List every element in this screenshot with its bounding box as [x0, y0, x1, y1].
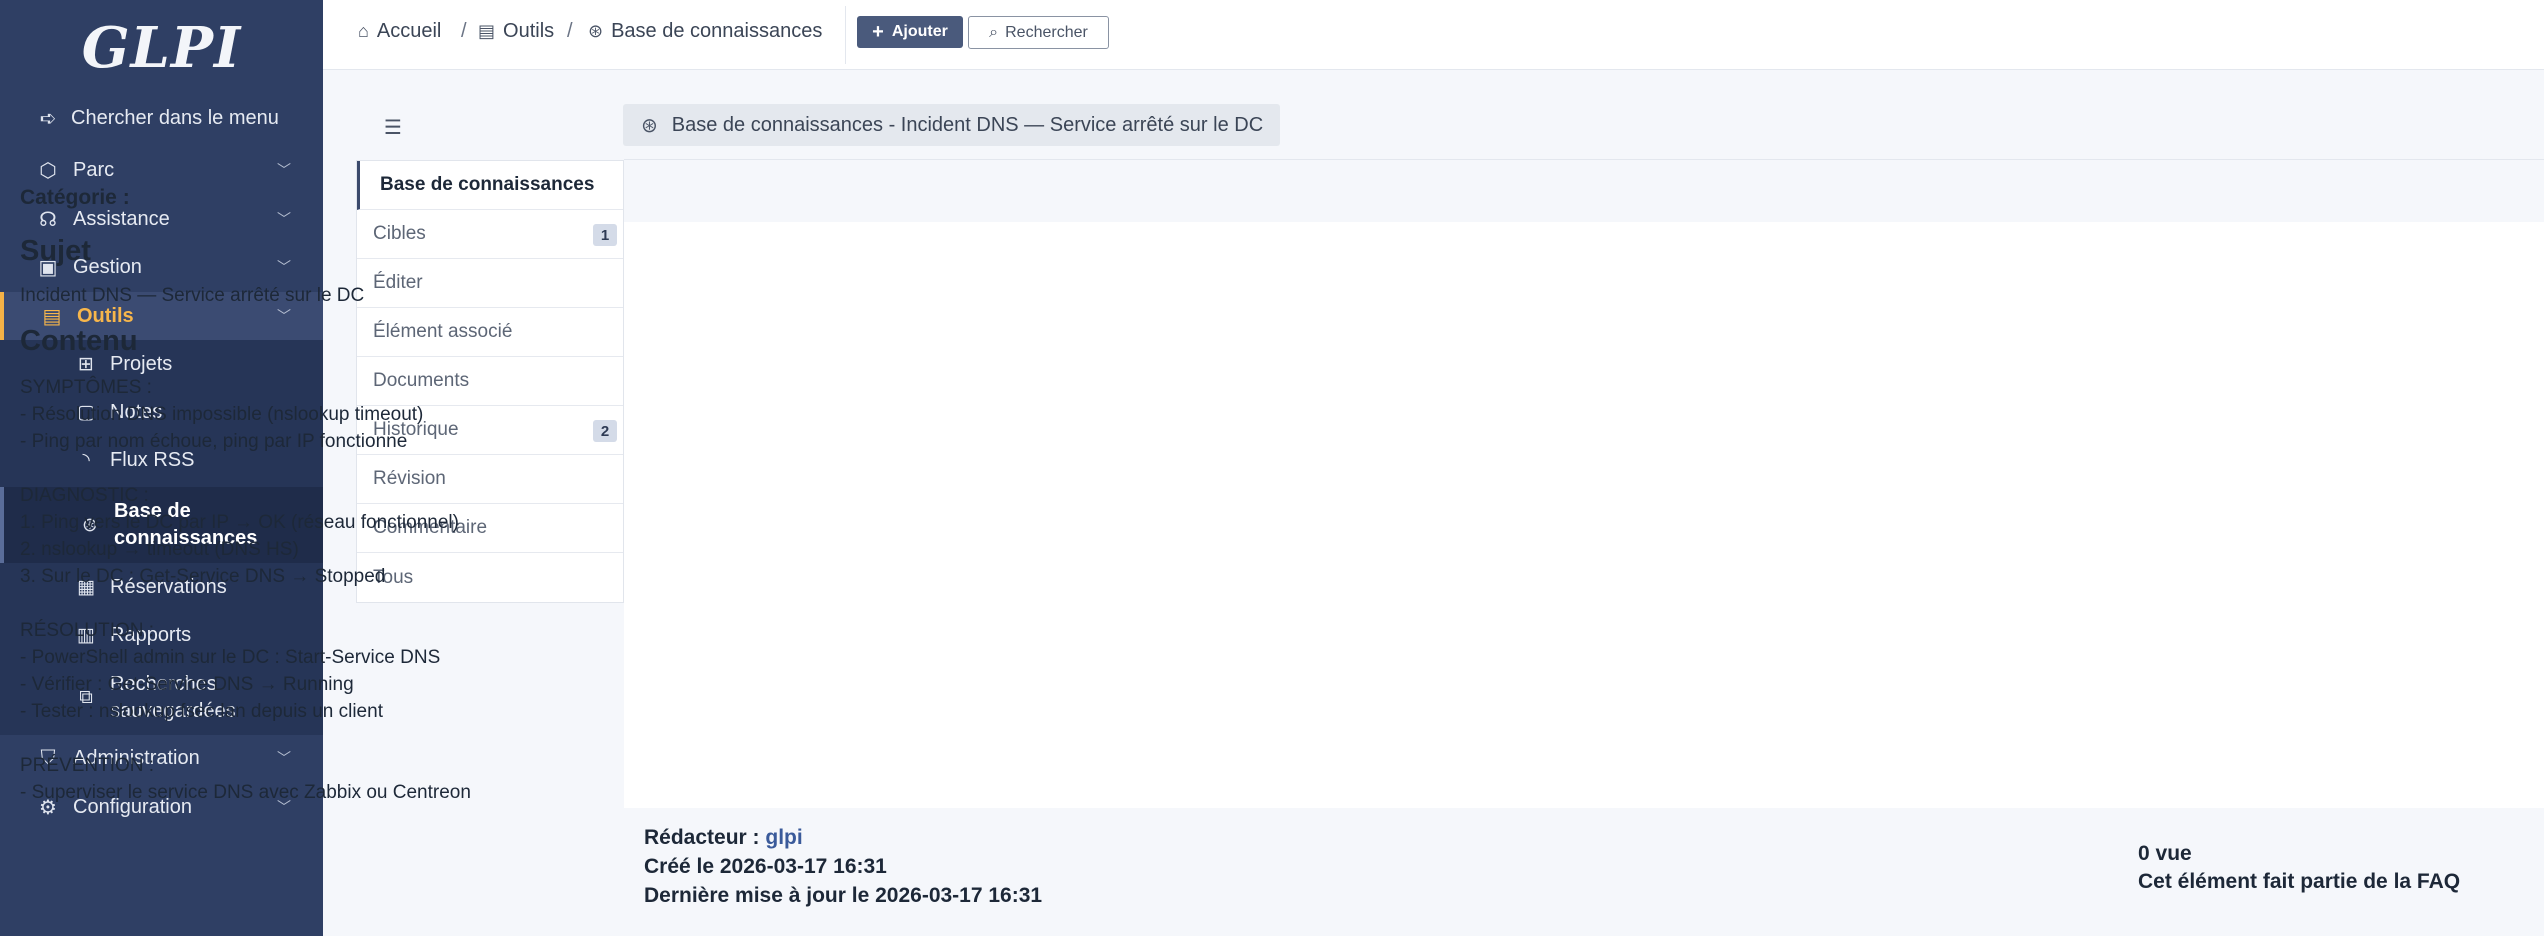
headset-icon: ☊	[39, 208, 57, 231]
topbar-divider	[845, 6, 846, 64]
add-button-label: Ajouter	[891, 23, 948, 40]
content-line: - Vérifier : Get-Service DNS → Running	[20, 674, 354, 695]
content-line: - Tester : nslookup fsec.lan depuis un c…	[20, 701, 383, 722]
content-line: DIAGNOSTIC :	[20, 485, 149, 506]
author-line: Rédacteur : glpi	[644, 826, 803, 850]
tab-label: Éditer	[373, 272, 423, 293]
content-line	[20, 455, 471, 482]
breadcrumb-tools-label: Outils	[503, 20, 555, 42]
content-line: 3. Sur le DC : Get-Service DNS → Stopped	[20, 566, 386, 587]
search-icon: ⌕	[989, 23, 999, 41]
item-title: ⊛ Base de connaissances - Incident DNS —…	[623, 104, 1280, 146]
breadcrumb-separator: /	[567, 20, 573, 42]
menu-search-label: Chercher dans le menu	[71, 106, 279, 129]
breadcrumb-kb-label: Base de connaissances	[611, 20, 823, 42]
briefcase-icon: ▤	[478, 21, 496, 41]
chevron-down-icon: ﹀	[277, 308, 291, 324]
add-button[interactable]: + Ajouter	[857, 16, 963, 48]
content-line: 2. nslookup → timeout (DNS HS)	[20, 539, 299, 560]
arrow-right-icon: ➪	[39, 107, 57, 130]
tabs-toggle-icon[interactable]: ☰	[380, 116, 406, 139]
subject-heading: Sujet	[20, 235, 91, 267]
tab-label: Cibles	[373, 223, 426, 244]
breadcrumb-home[interactable]: ⌂ Accueil	[358, 20, 441, 43]
content-line	[20, 590, 471, 617]
content-line: RÉSOLUTION :	[20, 620, 155, 641]
author-link[interactable]: glpi	[765, 826, 802, 849]
logo-text: GLPI	[81, 15, 242, 81]
breadcrumb-home-label: Accueil	[376, 20, 442, 42]
tab-base-de-connaissances[interactable]: Base de connaissances	[357, 161, 623, 210]
plus-icon: +	[872, 20, 884, 43]
chevron-down-icon: ﹀	[277, 162, 291, 178]
cube-icon: ⬡	[39, 159, 57, 182]
content-line: SYMPTÔMES :	[20, 377, 152, 398]
content-line: - Superviser le service DNS avec Zabbix …	[20, 782, 471, 803]
tab-editer[interactable]: Éditer	[357, 259, 623, 308]
tab-label: Base de connaissances	[380, 174, 595, 195]
sidebar-item-label: Parc	[73, 158, 115, 181]
home-icon: ⌂	[358, 21, 369, 41]
breadcrumb-separator: /	[461, 20, 467, 42]
topbar: ⌂ Accueil / ▤ Outils / ⊛ Base de connais…	[323, 0, 2544, 70]
subject-text: Incident DNS — Service arrêté sur le DC	[20, 285, 365, 306]
menu-search[interactable]: ➪ Chercher dans le menu	[0, 94, 323, 142]
author-label: Rédacteur :	[644, 826, 766, 849]
updated-date: Dernière mise à jour le 2026-03-17 16:31	[644, 884, 1043, 907]
faq-status: Cet élément fait partie de la FAQ	[2138, 870, 2461, 893]
tab-element-associe[interactable]: Élément associé	[357, 308, 623, 357]
search-button[interactable]: ⌕ Rechercher	[968, 16, 1109, 49]
content-line	[20, 725, 471, 752]
chevron-down-icon: ﹀	[277, 259, 291, 275]
view-count: 0 vue	[2138, 842, 2192, 865]
lifebuoy-icon: ⊛	[588, 21, 604, 41]
category-row	[624, 160, 2544, 222]
category-label: Catégorie :	[20, 186, 130, 209]
content-heading: Contenu	[20, 325, 138, 357]
search-button-label: Rechercher	[1005, 23, 1088, 41]
chevron-down-icon: ﹀	[277, 211, 291, 227]
content-line: - Ping par nom échoue, ping par IP fonct…	[20, 431, 408, 452]
content-line: 1. Ping vers le DC par IP → OK (réseau f…	[20, 512, 459, 533]
item-title-text: Base de connaissances - Incident DNS — S…	[671, 113, 1264, 136]
tab-cibles[interactable]: Cibles 1	[357, 210, 623, 259]
lifebuoy-icon: ⊛	[641, 114, 658, 137]
breadcrumb-tools[interactable]: ▤ Outils	[478, 20, 554, 43]
content-line: - PowerShell admin sur le DC : Start-Ser…	[20, 647, 441, 668]
content-line: PRÉVENTION :	[20, 755, 155, 776]
content-body: SYMPTÔMES : - Résolution DNS impossible (…	[20, 374, 471, 806]
glpi-logo[interactable]: GLPI	[0, 0, 323, 96]
content-line: - Résolution DNS impossible (nslookup ti…	[20, 404, 424, 425]
count-badge: 2	[593, 420, 617, 442]
created-date: Créé le 2026-03-17 16:31	[644, 855, 887, 878]
count-badge: 1	[593, 224, 617, 246]
breadcrumb-kb[interactable]: ⊛ Base de connaissances	[588, 20, 822, 43]
tab-label: Élément associé	[373, 321, 513, 342]
sidebar-item-label: Assistance	[73, 207, 170, 230]
